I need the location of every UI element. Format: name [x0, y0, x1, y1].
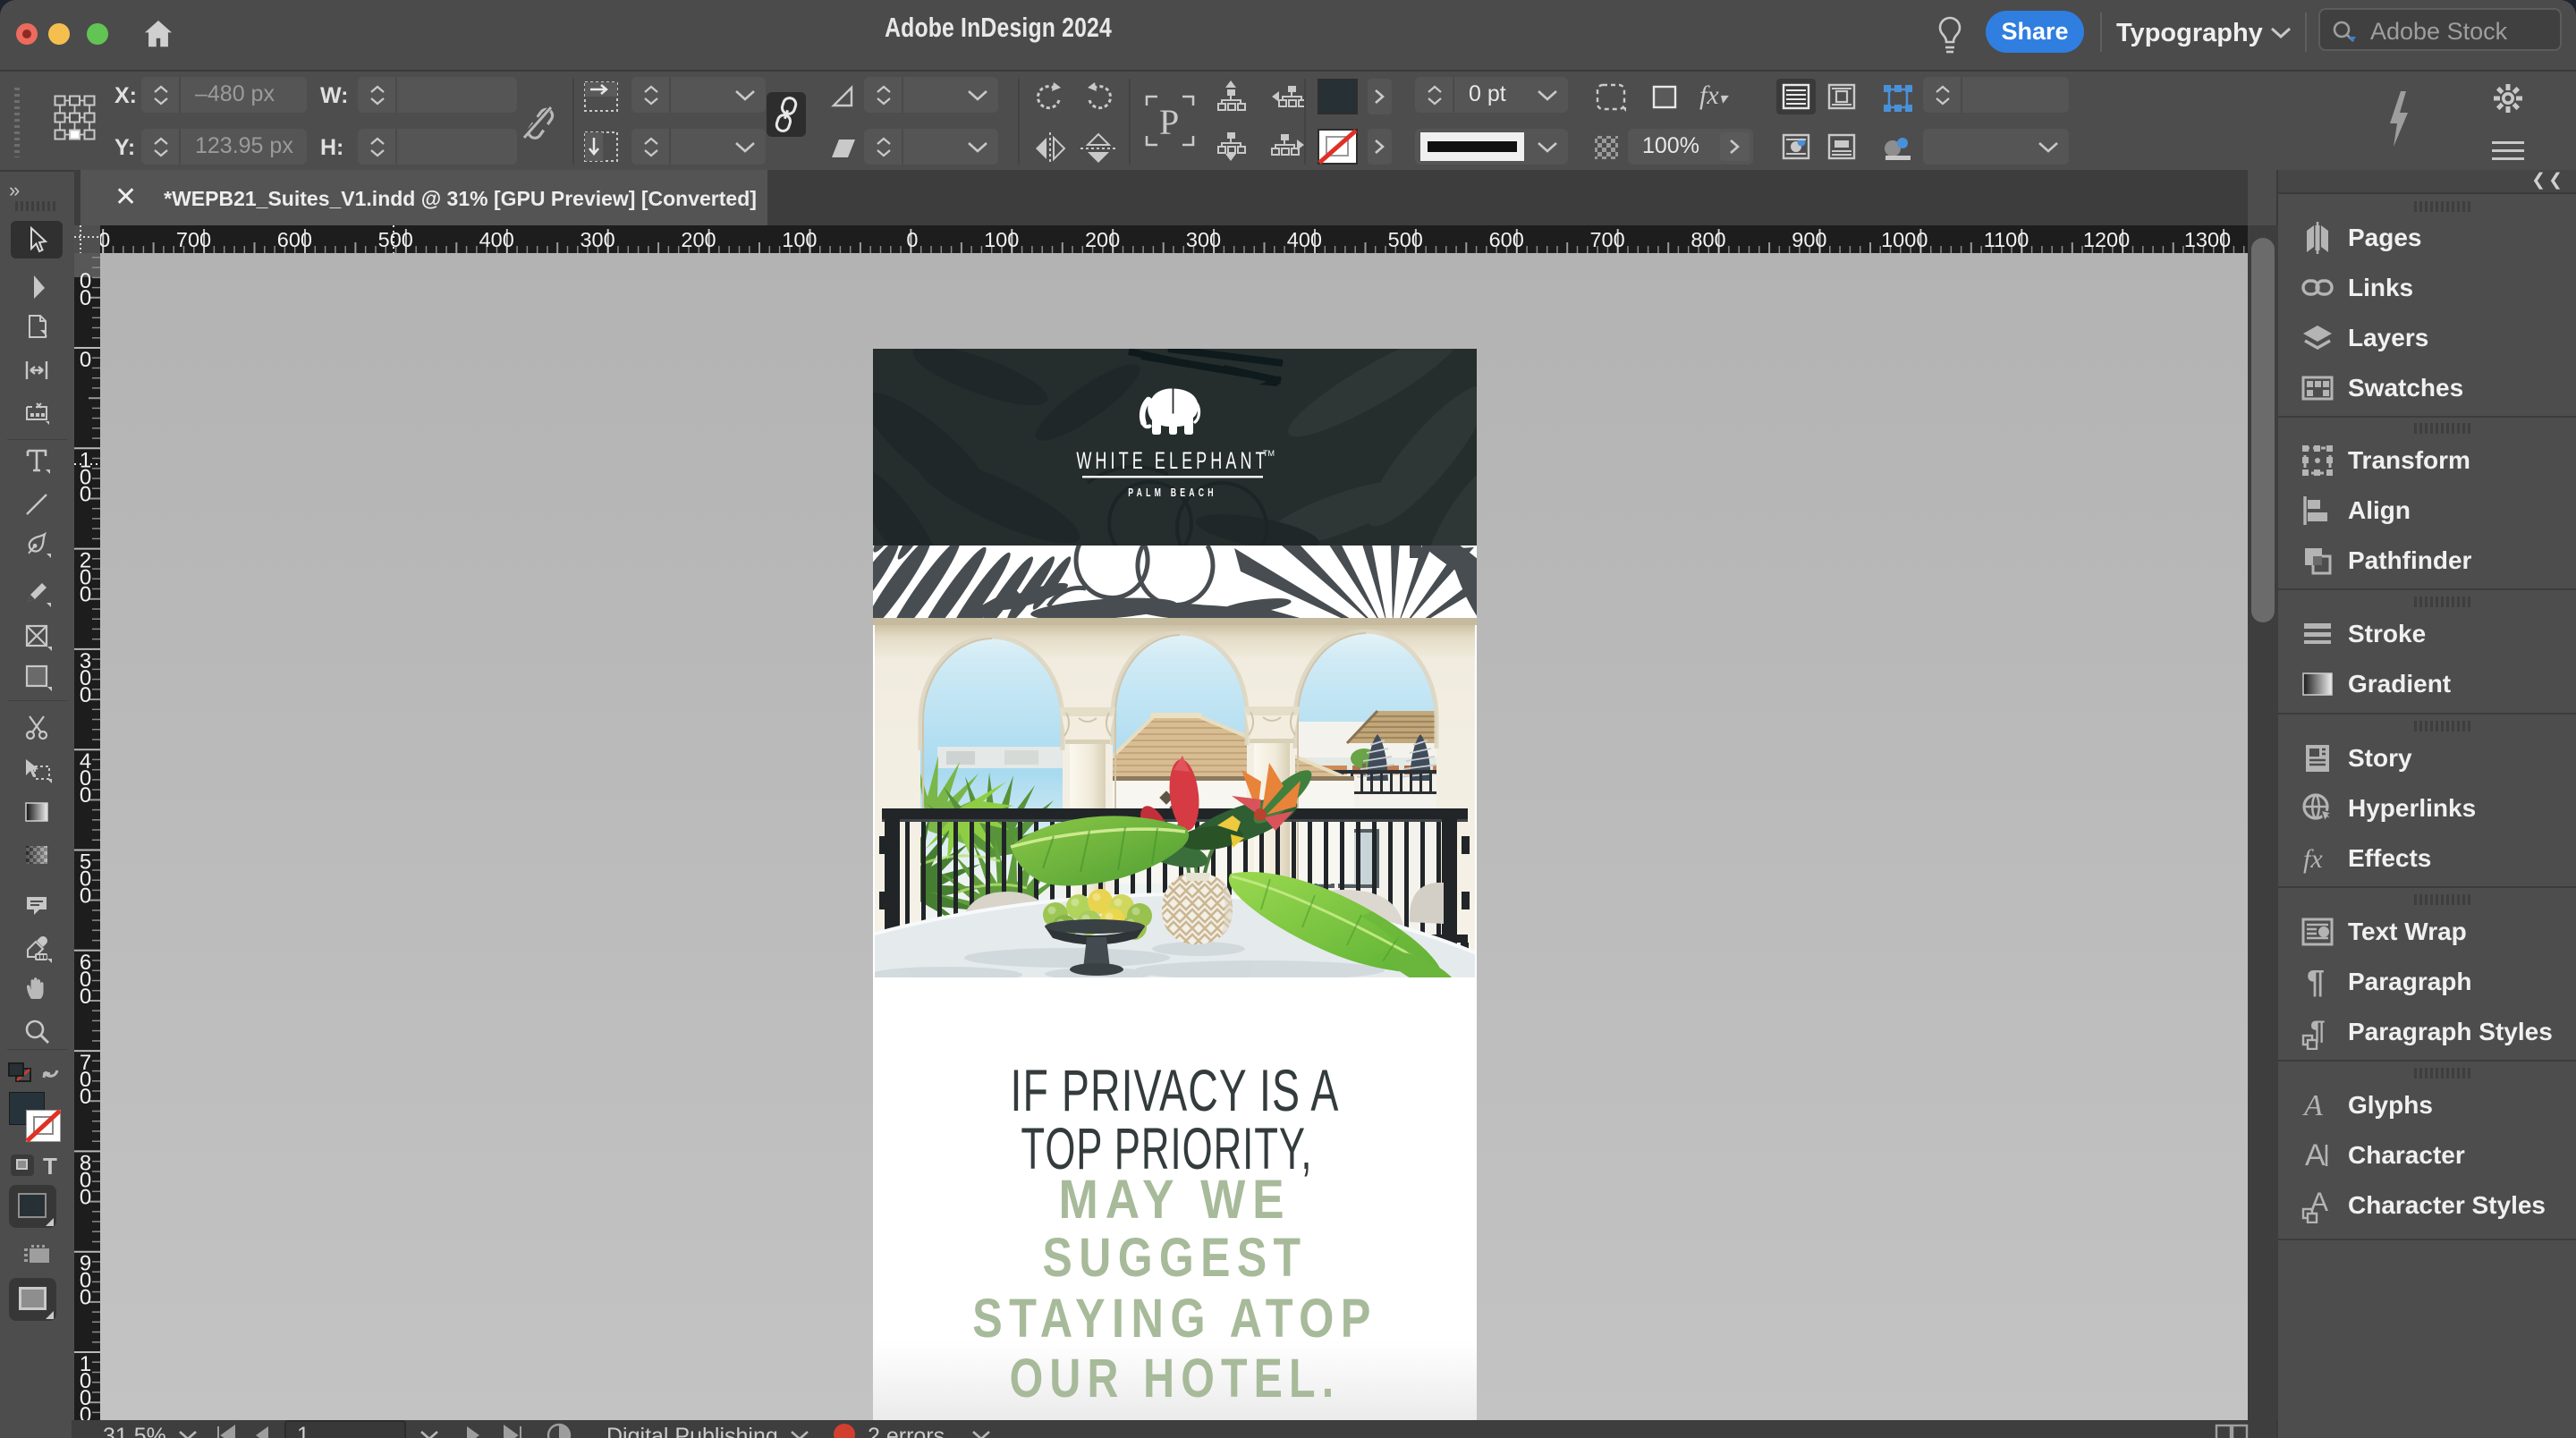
svg-text:¶: ¶: [2307, 964, 2325, 1000]
svg-text:PALM BEACH: PALM BEACH: [1128, 487, 1217, 500]
svg-text:600: 600: [277, 228, 312, 251]
svg-text:300: 300: [580, 228, 614, 251]
svg-text:700: 700: [176, 228, 211, 251]
svg-text:1000: 1000: [1881, 228, 1928, 251]
svg-text:WHITE ELEPHANT: WHITE ELEPHANT: [1076, 446, 1268, 473]
svg-text:700: 700: [1589, 228, 1624, 251]
svg-text:1100: 1100: [1984, 228, 2029, 251]
svg-text:900: 900: [1792, 228, 1826, 251]
svg-text:0: 0: [80, 783, 91, 808]
svg-text:0: 0: [906, 228, 918, 251]
svg-text:0: 0: [80, 985, 91, 1009]
svg-text:500: 500: [1388, 228, 1423, 251]
svg-text:0: 0: [80, 1185, 91, 1209]
svg-text:0: 0: [80, 286, 91, 310]
svg-text:100: 100: [984, 228, 1019, 251]
svg-text:P: P: [1159, 102, 1179, 142]
svg-text:1300: 1300: [2184, 228, 2231, 251]
svg-text:0: 0: [80, 884, 91, 909]
svg-text:1200: 1200: [2083, 228, 2130, 251]
svg-text:0: 0: [80, 1403, 91, 1420]
svg-text:0: 0: [80, 1286, 91, 1310]
svg-text:300: 300: [1186, 228, 1221, 251]
svg-text:600: 600: [1489, 228, 1524, 251]
svg-text:0: 0: [80, 482, 91, 506]
svg-text:800: 800: [100, 228, 110, 251]
svg-text:100: 100: [782, 228, 817, 251]
svg-text:A: A: [2302, 1089, 2323, 1122]
svg-text:800: 800: [1690, 228, 1725, 251]
svg-text:TM: TM: [1263, 449, 1275, 458]
svg-text:200: 200: [1085, 228, 1120, 251]
svg-text:200: 200: [681, 228, 716, 251]
svg-text:0: 0: [80, 1085, 91, 1109]
svg-text:0: 0: [80, 683, 91, 707]
svg-text:400: 400: [479, 228, 514, 251]
svg-text:400: 400: [1287, 228, 1322, 251]
svg-text:fx: fx: [2303, 844, 2323, 874]
svg-text:A: A: [2305, 1138, 2326, 1172]
svg-text:0: 0: [80, 348, 91, 372]
svg-text:500: 500: [378, 228, 413, 251]
svg-text:0: 0: [80, 583, 91, 607]
